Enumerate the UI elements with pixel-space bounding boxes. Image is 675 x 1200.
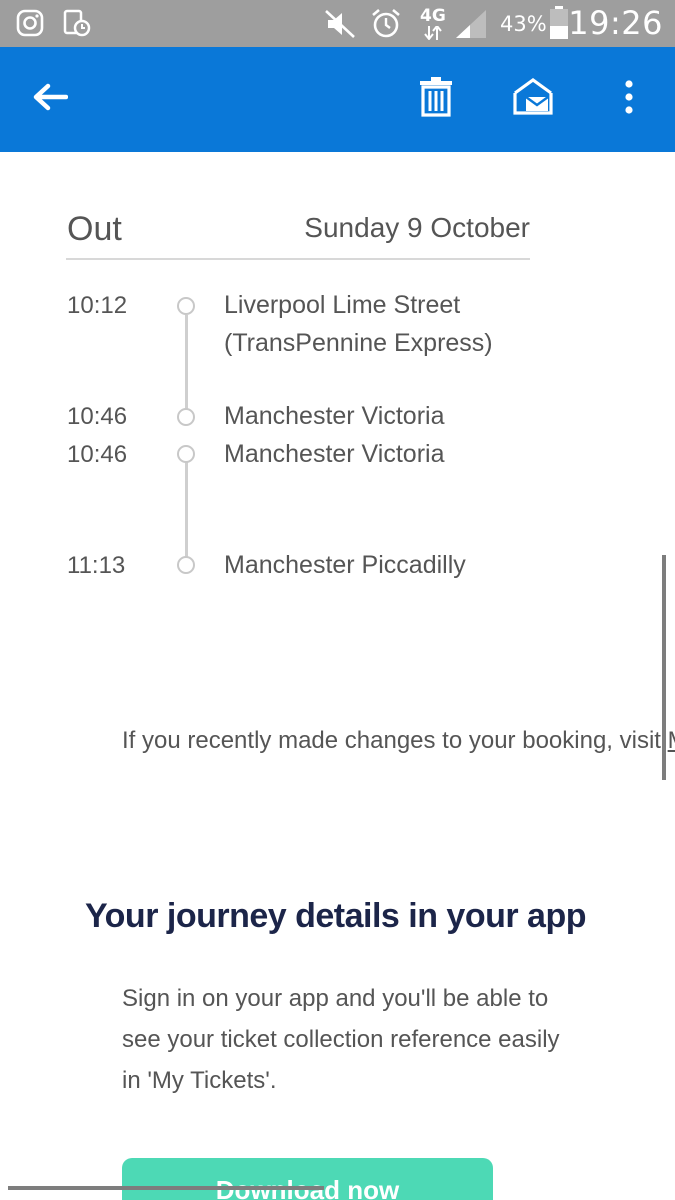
- battery-icon: [549, 6, 569, 45]
- signal-icon: [454, 8, 488, 45]
- back-button[interactable]: [22, 71, 78, 127]
- network-type: 4G: [420, 6, 446, 26]
- stop-time: 10:12: [67, 292, 128, 319]
- mute-icon: [324, 9, 356, 44]
- alarm-icon: [370, 7, 402, 44]
- instagram-icon: [16, 9, 44, 42]
- stop-time: 10:46: [67, 441, 128, 468]
- vertical-scrollbar[interactable]: [662, 555, 666, 780]
- delete-icon: [419, 76, 453, 122]
- status-bar: 4G 43% 19:26: [0, 0, 675, 47]
- operator-name: (TransPennine Express): [224, 329, 493, 357]
- stop-time: 10:46: [67, 403, 128, 430]
- stop-name: Liverpool Lime Street (TransPennine Expr…: [224, 286, 493, 362]
- horizontal-scrollbar[interactable]: [8, 1186, 324, 1190]
- station-name: Manchester Victoria: [224, 402, 445, 430]
- my-account-link[interactable]: M: [668, 727, 675, 754]
- clock: 19:26: [568, 4, 663, 42]
- back-arrow-icon: [32, 82, 69, 117]
- battery-percent: 43%: [500, 12, 547, 36]
- stop-node: [177, 408, 195, 426]
- data-arrows-icon: [424, 24, 442, 45]
- stop-node: [177, 556, 195, 574]
- booking-change-notice: If you recently made changes to your boo…: [122, 727, 675, 755]
- app-section-heading: Your journey details in your app: [85, 897, 587, 935]
- mark-read-icon: [512, 77, 554, 122]
- more-options-button[interactable]: [601, 71, 657, 127]
- download-button[interactable]: Download now: [122, 1158, 493, 1200]
- email-body[interactable]: Out Sunday 9 October 10:12 Liverpool Lim…: [0, 152, 675, 1200]
- stop-node: [177, 445, 195, 463]
- delete-button[interactable]: [408, 71, 464, 127]
- leg-date: Sunday 9 October: [304, 212, 530, 243]
- app-bar: [0, 47, 675, 152]
- stop-node: [177, 297, 195, 315]
- leg-divider: [66, 258, 530, 260]
- mark-read-button[interactable]: [505, 71, 561, 127]
- timeline-line: [185, 315, 188, 417]
- station-name: Manchester Victoria: [224, 440, 445, 468]
- more-options-icon: [624, 79, 634, 119]
- leg-title: Out: [67, 210, 122, 248]
- timeline-line: [185, 462, 188, 564]
- app-section-text: Sign in on your app and you'll be able t…: [122, 985, 560, 1094]
- notification-icon: [62, 8, 92, 43]
- station-name: Manchester Piccadilly: [224, 551, 466, 579]
- notice-text: If you recently made changes to your boo…: [122, 727, 668, 754]
- stop-time: 11:13: [67, 552, 126, 579]
- station-name: Liverpool Lime Street: [224, 291, 461, 319]
